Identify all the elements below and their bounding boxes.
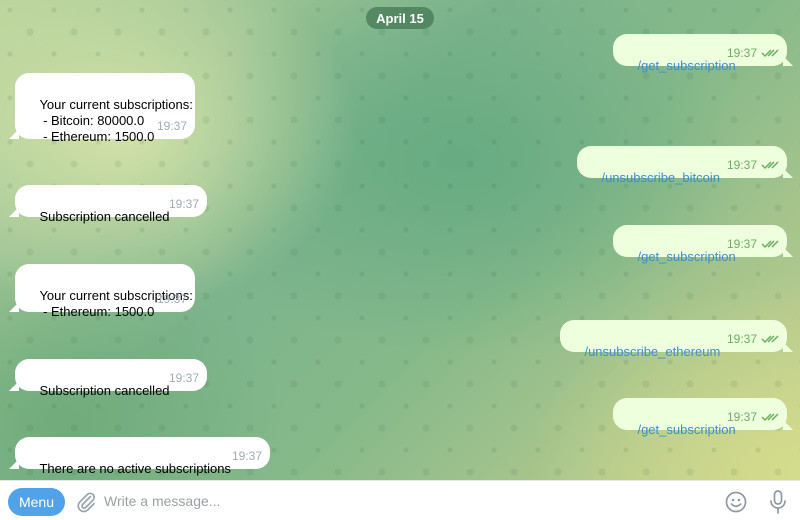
- double-check-icon: [761, 49, 779, 58]
- command-link[interactable]: /unsubscribe_ethereum: [584, 344, 720, 360]
- message-time: 19:37: [168, 197, 199, 211]
- smiley-icon[interactable]: [724, 490, 748, 514]
- microphone-icon[interactable]: [766, 489, 790, 515]
- message-time: 19:37: [231, 449, 262, 463]
- date-label: April 15: [376, 10, 424, 26]
- paperclip-icon[interactable]: [74, 490, 98, 514]
- message-time: 19:37: [726, 410, 757, 424]
- message-meta: 19:37: [232, 448, 262, 464]
- message-incoming: There are no active subscriptions 19:37: [9, 437, 270, 476]
- message-outgoing[interactable]: /unsubscribe_ethereum 19:37: [560, 320, 793, 359]
- message-meta: 19:37: [727, 331, 779, 347]
- message-time: 19:37: [726, 158, 757, 172]
- double-check-icon: [761, 335, 779, 344]
- double-check-icon: [761, 161, 779, 170]
- message-time: 19:37: [726, 237, 757, 251]
- command-link[interactable]: /get_subscription: [637, 422, 735, 438]
- message-time: 19:37: [156, 292, 187, 306]
- message-incoming: Your current subscriptions: - Bitcoin: 8…: [9, 73, 195, 144]
- message-input[interactable]: [104, 487, 704, 515]
- message-time: 19:37: [726, 46, 757, 60]
- message-outgoing[interactable]: /get_subscription 19:37: [613, 34, 793, 73]
- message-text: There are no active subscriptions: [39, 461, 231, 476]
- message-incoming: Your current subscriptions: - Ethereum: …: [9, 264, 195, 319]
- command-link[interactable]: /get_subscription: [637, 249, 735, 265]
- message-time: 19:37: [156, 119, 187, 133]
- message-incoming: Subscription cancelled 19:37: [9, 359, 207, 398]
- message-text: Subscription cancelled: [39, 209, 170, 224]
- double-check-icon: [761, 413, 779, 422]
- message-meta: 19:37: [727, 157, 779, 173]
- message-meta: 19:37: [727, 45, 779, 61]
- double-check-icon: [761, 240, 779, 249]
- message-time: 19:37: [168, 371, 199, 385]
- chat-area[interactable]: April 15 /get_subscription 19:37 Your cu…: [0, 0, 800, 480]
- message-outgoing[interactable]: /unsubscribe_bitcoin 19:37: [577, 146, 793, 185]
- message-meta: 19:37: [169, 196, 199, 212]
- menu-button-label: Menu: [18, 494, 55, 510]
- message-meta: 19:37: [157, 291, 187, 307]
- command-link[interactable]: /get_subscription: [637, 58, 735, 74]
- message-text: Subscription cancelled: [39, 383, 170, 398]
- message-outgoing[interactable]: /get_subscription 19:37: [613, 225, 793, 264]
- command-link[interactable]: /unsubscribe_bitcoin: [601, 170, 720, 186]
- message-outgoing[interactable]: /get_subscription 19:37: [613, 398, 793, 437]
- message-meta: 19:37: [727, 236, 779, 252]
- menu-button[interactable]: Menu: [8, 488, 65, 516]
- message-incoming: Subscription cancelled 19:37: [9, 185, 207, 224]
- message-meta: 19:37: [157, 118, 187, 134]
- message-meta: 19:37: [169, 370, 199, 386]
- message-time: 19:37: [726, 332, 757, 346]
- message-meta: 19:37: [727, 409, 779, 425]
- message-composer: Menu: [0, 480, 800, 520]
- date-separator: April 15: [366, 7, 434, 29]
